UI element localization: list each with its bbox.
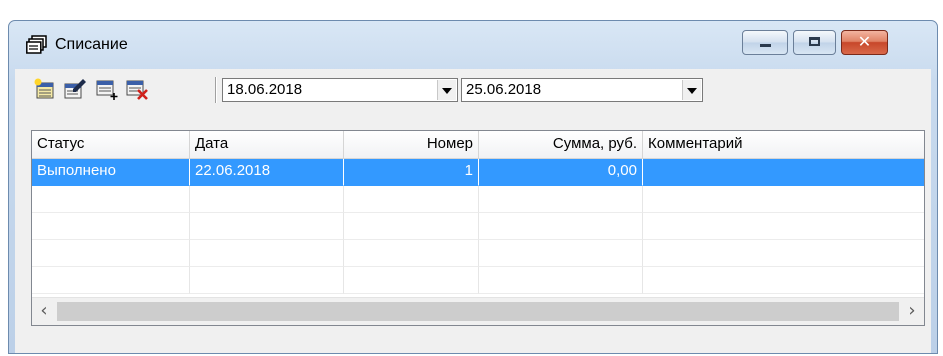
empty-cell (643, 186, 924, 213)
maximize-button[interactable] (793, 30, 836, 55)
empty-row (32, 186, 924, 213)
column-header-number[interactable]: Номер (344, 131, 479, 158)
date-from-select[interactable]: 18.06.2018 (222, 78, 458, 102)
cell-sum: 0,00 (479, 159, 643, 186)
column-header-sum[interactable]: Сумма, руб. (479, 131, 643, 158)
delete-document-icon[interactable] (125, 77, 149, 101)
chevron-down-icon[interactable] (682, 80, 701, 100)
close-icon: ✕ (857, 32, 872, 51)
title-bar[interactable]: Списание ✕ (9, 21, 937, 69)
empty-cell (643, 213, 924, 240)
empty-cell (479, 186, 643, 213)
toolbar-separator (215, 77, 217, 103)
add-row-icon[interactable] (95, 77, 119, 101)
minimize-icon (760, 44, 771, 47)
empty-cell (32, 213, 190, 240)
empty-cell (32, 186, 190, 213)
empty-row (32, 267, 924, 294)
document-table[interactable]: Статус Дата Номер Сумма, руб. Комментари… (31, 130, 925, 326)
column-header-date[interactable]: Дата (190, 131, 344, 158)
horizontal-scrollbar[interactable]: ‹ › (32, 297, 924, 325)
empty-cell (32, 267, 190, 294)
date-from-value: 18.06.2018 (227, 81, 303, 98)
empty-cell (344, 267, 479, 294)
empty-cell (479, 213, 643, 240)
column-header-status[interactable]: Статус (32, 131, 190, 158)
chevron-right-icon[interactable]: › (900, 298, 924, 325)
window-title: Списание (55, 36, 128, 53)
minimize-button[interactable] (742, 30, 788, 55)
cell-date: 22.06.2018 (190, 159, 344, 186)
empty-row (32, 213, 924, 240)
empty-row (32, 240, 924, 267)
edit-document-icon[interactable] (63, 77, 87, 101)
empty-cell (479, 267, 643, 294)
stack-of-cards-icon (26, 35, 48, 55)
scrollbar-thumb[interactable] (57, 302, 899, 321)
empty-cell (643, 267, 924, 294)
toolbar: 18.06.2018 25.06.2018 (15, 69, 931, 113)
empty-cell (344, 240, 479, 267)
date-to-select[interactable]: 25.06.2018 (461, 78, 703, 102)
cell-comment (643, 159, 924, 186)
empty-cell (344, 213, 479, 240)
window: Списание ✕ 18.06.2018 25.06.2018 Статус … (8, 20, 938, 354)
cell-status: Выполнено (32, 159, 190, 186)
empty-cell (190, 186, 344, 213)
column-header-comment[interactable]: Комментарий (643, 131, 924, 158)
empty-cell (190, 213, 344, 240)
empty-cell (190, 240, 344, 267)
empty-cell (190, 267, 344, 294)
window-content: 18.06.2018 25.06.2018 Статус Дата Номер … (15, 69, 931, 353)
add-document-icon[interactable] (33, 77, 57, 101)
chevron-down-icon[interactable] (437, 80, 456, 100)
cell-number: 1 (344, 159, 479, 186)
date-to-value: 25.06.2018 (466, 81, 542, 98)
maximize-icon (809, 37, 820, 46)
table-header: Статус Дата Номер Сумма, руб. Комментари… (32, 131, 924, 159)
empty-cell (479, 240, 643, 267)
empty-cell (344, 186, 479, 213)
close-button[interactable]: ✕ (841, 30, 888, 55)
empty-cell (643, 240, 924, 267)
empty-cell (32, 240, 190, 267)
table-row[interactable]: Выполнено 22.06.2018 1 0,00 (32, 159, 924, 186)
chevron-left-icon[interactable]: ‹ (32, 298, 56, 325)
